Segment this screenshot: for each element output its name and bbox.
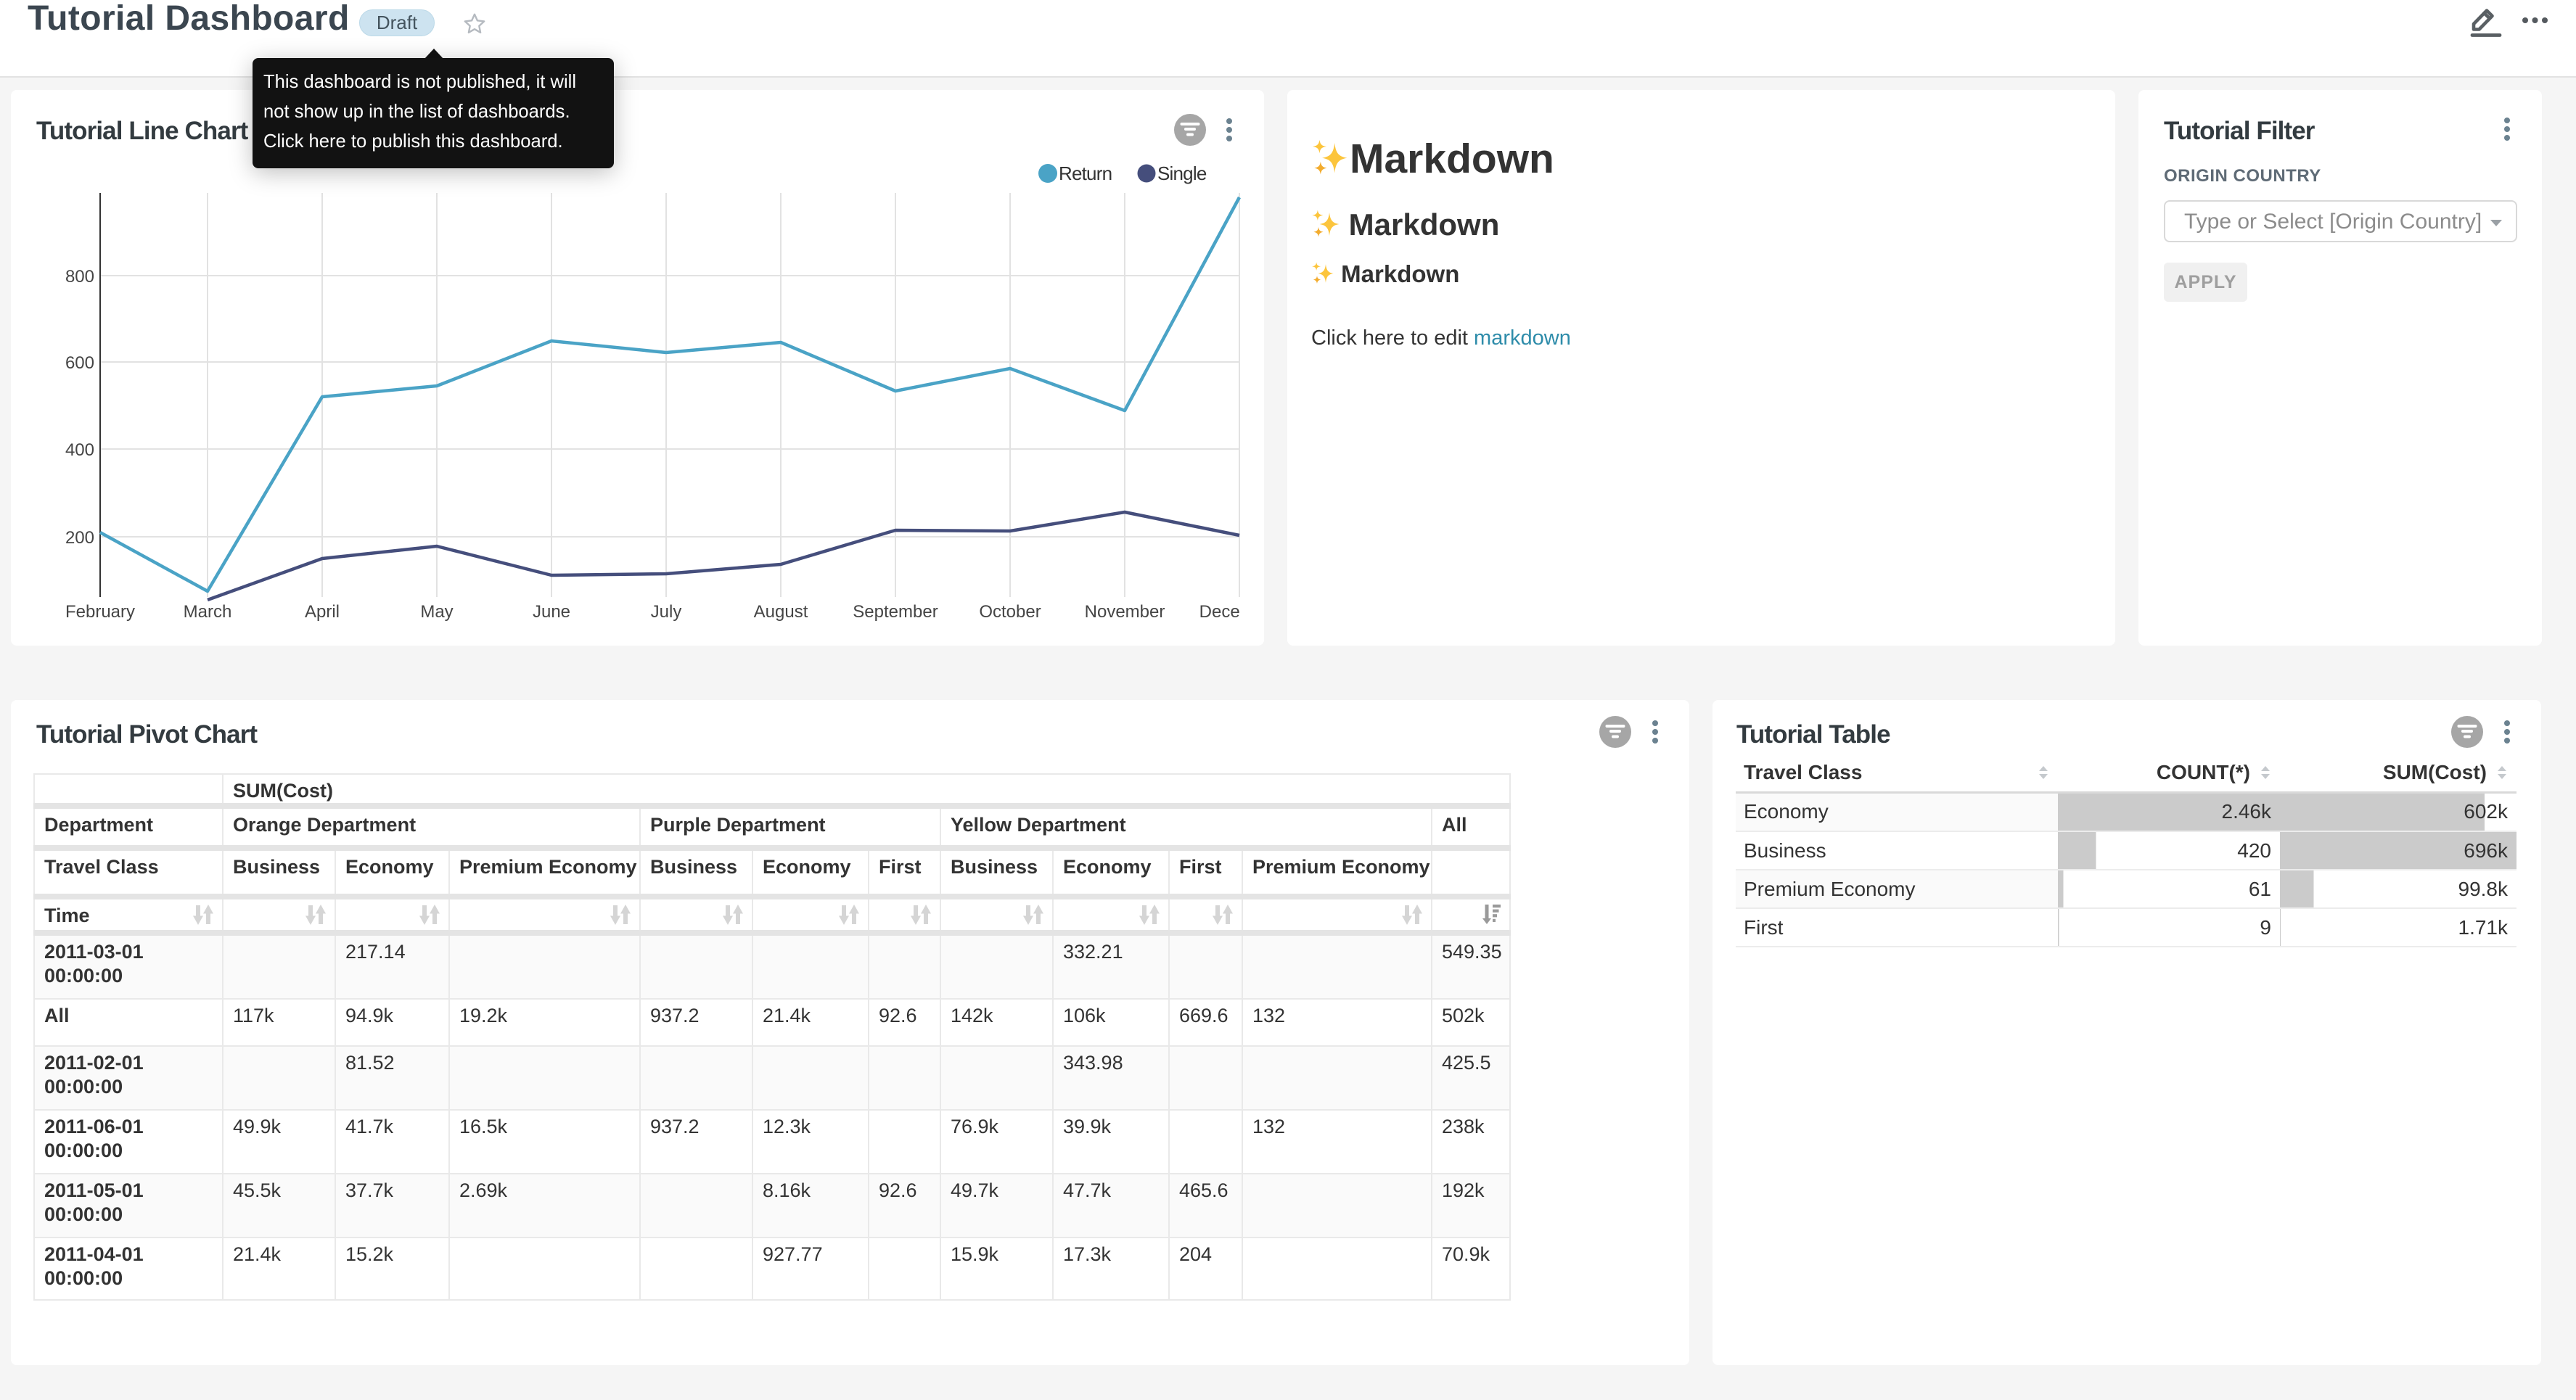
- svg-text:September: September: [853, 602, 938, 622]
- svg-text:February: February: [65, 602, 135, 622]
- svg-text:December: December: [1199, 602, 1241, 622]
- svg-text:June: June: [533, 602, 570, 622]
- svg-text:March: March: [184, 602, 232, 622]
- svg-text:Single: Single: [1157, 162, 1207, 184]
- svg-text:July: July: [651, 602, 682, 622]
- svg-text:200: 200: [65, 528, 94, 548]
- svg-text:April: April: [305, 602, 340, 622]
- svg-text:May: May: [420, 602, 453, 622]
- svg-text:October: October: [979, 602, 1041, 622]
- svg-text:400: 400: [65, 440, 94, 460]
- svg-text:600: 600: [65, 353, 94, 373]
- svg-text:November: November: [1085, 602, 1165, 622]
- svg-text:800: 800: [65, 267, 94, 287]
- svg-text:Return: Return: [1059, 162, 1112, 184]
- svg-text:August: August: [754, 602, 808, 622]
